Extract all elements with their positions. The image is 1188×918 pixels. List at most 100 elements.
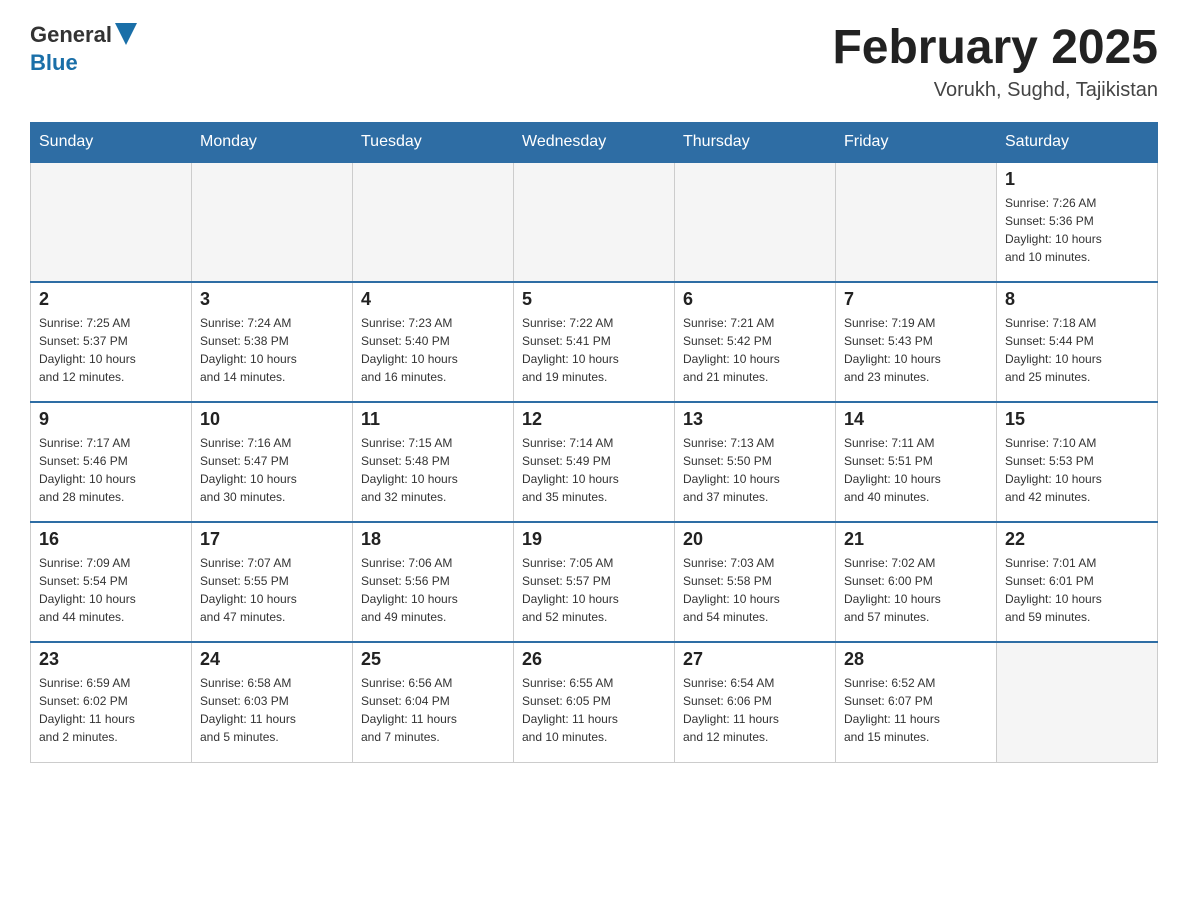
calendar-cell <box>675 162 836 282</box>
day-number: 16 <box>39 529 183 550</box>
calendar-cell <box>514 162 675 282</box>
day-info: Sunrise: 7:02 AM Sunset: 6:00 PM Dayligh… <box>844 554 988 626</box>
calendar-cell: 16 Sunrise: 7:09 AM Sunset: 5:54 PM Dayli… <box>31 522 192 642</box>
calendar-cell: 6 Sunrise: 7:21 AM Sunset: 5:42 PM Daylig… <box>675 282 836 402</box>
day-info: Sunrise: 7:25 AM Sunset: 5:37 PM Dayligh… <box>39 314 183 386</box>
calendar-table: SundayMondayTuesdayWednesdayThursdayFrid… <box>30 122 1158 763</box>
calendar-cell <box>31 162 192 282</box>
calendar-cell <box>997 642 1158 762</box>
day-number: 11 <box>361 409 505 430</box>
calendar-cell <box>353 162 514 282</box>
day-number: 10 <box>200 409 344 430</box>
calendar-cell: 21 Sunrise: 7:02 AM Sunset: 6:00 PM Dayli… <box>836 522 997 642</box>
day-number: 4 <box>361 289 505 310</box>
weekday-header-monday: Monday <box>192 123 353 163</box>
logo: General Blue <box>30 20 137 76</box>
day-number: 6 <box>683 289 827 310</box>
day-info: Sunrise: 7:17 AM Sunset: 5:46 PM Dayligh… <box>39 434 183 506</box>
day-info: Sunrise: 7:06 AM Sunset: 5:56 PM Dayligh… <box>361 554 505 626</box>
calendar-cell: 25 Sunrise: 6:56 AM Sunset: 6:04 PM Dayli… <box>353 642 514 762</box>
day-info: Sunrise: 7:26 AM Sunset: 5:36 PM Dayligh… <box>1005 194 1149 266</box>
calendar-cell: 7 Sunrise: 7:19 AM Sunset: 5:43 PM Daylig… <box>836 282 997 402</box>
calendar-cell: 8 Sunrise: 7:18 AM Sunset: 5:44 PM Daylig… <box>997 282 1158 402</box>
calendar-cell: 27Sunrise: 6:54 AM Sunset: 6:06 PM Dayli… <box>675 642 836 762</box>
calendar-cell: 4 Sunrise: 7:23 AM Sunset: 5:40 PM Daylig… <box>353 282 514 402</box>
calendar-cell: 15 Sunrise: 7:10 AM Sunset: 5:53 PM Dayli… <box>997 402 1158 522</box>
day-number: 26 <box>522 649 666 670</box>
calendar-cell: 5 Sunrise: 7:22 AM Sunset: 5:41 PM Daylig… <box>514 282 675 402</box>
location-text: Vorukh, Sughd, Tajikistan <box>832 79 1158 102</box>
day-info: Sunrise: 6:56 AM Sunset: 6:04 PM Dayligh… <box>361 674 505 746</box>
calendar-cell: 22 Sunrise: 7:01 AM Sunset: 6:01 PM Dayli… <box>997 522 1158 642</box>
weekday-header-sunday: Sunday <box>31 123 192 163</box>
day-info: Sunrise: 7:07 AM Sunset: 5:55 PM Dayligh… <box>200 554 344 626</box>
month-title: February 2025 <box>832 20 1158 75</box>
calendar-header-row: SundayMondayTuesdayWednesdayThursdayFrid… <box>31 123 1158 163</box>
day-info: Sunrise: 7:05 AM Sunset: 5:57 PM Dayligh… <box>522 554 666 626</box>
day-info: Sunrise: 6:52 AM Sunset: 6:07 PM Dayligh… <box>844 674 988 746</box>
day-number: 8 <box>1005 289 1149 310</box>
day-info: Sunrise: 7:24 AM Sunset: 5:38 PM Dayligh… <box>200 314 344 386</box>
day-number: 23 <box>39 649 183 670</box>
day-info: Sunrise: 7:11 AM Sunset: 5:51 PM Dayligh… <box>844 434 988 506</box>
weekday-header-friday: Friday <box>836 123 997 163</box>
weekday-header-thursday: Thursday <box>675 123 836 163</box>
day-info: Sunrise: 6:58 AM Sunset: 6:03 PM Dayligh… <box>200 674 344 746</box>
day-number: 22 <box>1005 529 1149 550</box>
week-row-5: 23 Sunrise: 6:59 AM Sunset: 6:02 PM Dayli… <box>31 642 1158 762</box>
weekday-header-tuesday: Tuesday <box>353 123 514 163</box>
week-row-2: 2 Sunrise: 7:25 AM Sunset: 5:37 PM Daylig… <box>31 282 1158 402</box>
calendar-cell: 24 Sunrise: 6:58 AM Sunset: 6:03 PM Dayli… <box>192 642 353 762</box>
day-number: 1 <box>1005 169 1149 190</box>
day-info: Sunrise: 7:03 AM Sunset: 5:58 PM Dayligh… <box>683 554 827 626</box>
calendar-cell: 20 Sunrise: 7:03 AM Sunset: 5:58 PM Dayli… <box>675 522 836 642</box>
day-number: 9 <box>39 409 183 430</box>
calendar-cell: 14 Sunrise: 7:11 AM Sunset: 5:51 PM Dayli… <box>836 402 997 522</box>
calendar-cell: 18 Sunrise: 7:06 AM Sunset: 5:56 PM Dayli… <box>353 522 514 642</box>
day-info: Sunrise: 7:19 AM Sunset: 5:43 PM Dayligh… <box>844 314 988 386</box>
calendar-cell: 1 Sunrise: 7:26 AM Sunset: 5:36 PM Daylig… <box>997 162 1158 282</box>
day-number: 18 <box>361 529 505 550</box>
day-info: Sunrise: 7:21 AM Sunset: 5:42 PM Dayligh… <box>683 314 827 386</box>
week-row-3: 9 Sunrise: 7:17 AM Sunset: 5:46 PM Daylig… <box>31 402 1158 522</box>
day-number: 13 <box>683 409 827 430</box>
day-info: Sunrise: 6:59 AM Sunset: 6:02 PM Dayligh… <box>39 674 183 746</box>
weekday-header-saturday: Saturday <box>997 123 1158 163</box>
day-number: 21 <box>844 529 988 550</box>
day-info: Sunrise: 7:18 AM Sunset: 5:44 PM Dayligh… <box>1005 314 1149 386</box>
day-number: 5 <box>522 289 666 310</box>
day-info: Sunrise: 7:16 AM Sunset: 5:47 PM Dayligh… <box>200 434 344 506</box>
day-number: 24 <box>200 649 344 670</box>
calendar-cell: 11 Sunrise: 7:15 AM Sunset: 5:48 PM Dayli… <box>353 402 514 522</box>
day-number: 27 <box>683 649 827 670</box>
day-number: 20 <box>683 529 827 550</box>
calendar-cell: 2 Sunrise: 7:25 AM Sunset: 5:37 PM Daylig… <box>31 282 192 402</box>
calendar-cell: 26Sunrise: 6:55 AM Sunset: 6:05 PM Dayli… <box>514 642 675 762</box>
week-row-1: 1 Sunrise: 7:26 AM Sunset: 5:36 PM Daylig… <box>31 162 1158 282</box>
day-info: Sunrise: 7:10 AM Sunset: 5:53 PM Dayligh… <box>1005 434 1149 506</box>
calendar-cell: 10 Sunrise: 7:16 AM Sunset: 5:47 PM Dayli… <box>192 402 353 522</box>
day-number: 14 <box>844 409 988 430</box>
day-info: Sunrise: 7:23 AM Sunset: 5:40 PM Dayligh… <box>361 314 505 386</box>
calendar-cell: 19 Sunrise: 7:05 AM Sunset: 5:57 PM Dayli… <box>514 522 675 642</box>
day-number: 15 <box>1005 409 1149 430</box>
day-number: 7 <box>844 289 988 310</box>
calendar-cell: 17Sunrise: 7:07 AM Sunset: 5:55 PM Dayli… <box>192 522 353 642</box>
calendar-cell: 12 Sunrise: 7:14 AM Sunset: 5:49 PM Dayli… <box>514 402 675 522</box>
day-info: Sunrise: 7:15 AM Sunset: 5:48 PM Dayligh… <box>361 434 505 506</box>
day-number: 12 <box>522 409 666 430</box>
calendar-cell: 23 Sunrise: 6:59 AM Sunset: 6:02 PM Dayli… <box>31 642 192 762</box>
day-number: 19 <box>522 529 666 550</box>
day-info: Sunrise: 7:13 AM Sunset: 5:50 PM Dayligh… <box>683 434 827 506</box>
day-number: 25 <box>361 649 505 670</box>
day-number: 2 <box>39 289 183 310</box>
day-info: Sunrise: 7:22 AM Sunset: 5:41 PM Dayligh… <box>522 314 666 386</box>
day-info: Sunrise: 7:09 AM Sunset: 5:54 PM Dayligh… <box>39 554 183 626</box>
day-info: Sunrise: 7:14 AM Sunset: 5:49 PM Dayligh… <box>522 434 666 506</box>
logo-blue-text: Blue <box>30 50 78 75</box>
calendar-cell: 3Sunrise: 7:24 AM Sunset: 5:38 PM Daylig… <box>192 282 353 402</box>
calendar-cell <box>836 162 997 282</box>
logo-arrow-icon <box>115 23 137 45</box>
day-info: Sunrise: 7:01 AM Sunset: 6:01 PM Dayligh… <box>1005 554 1149 626</box>
title-area: February 2025 Vorukh, Sughd, Tajikistan <box>832 20 1158 102</box>
